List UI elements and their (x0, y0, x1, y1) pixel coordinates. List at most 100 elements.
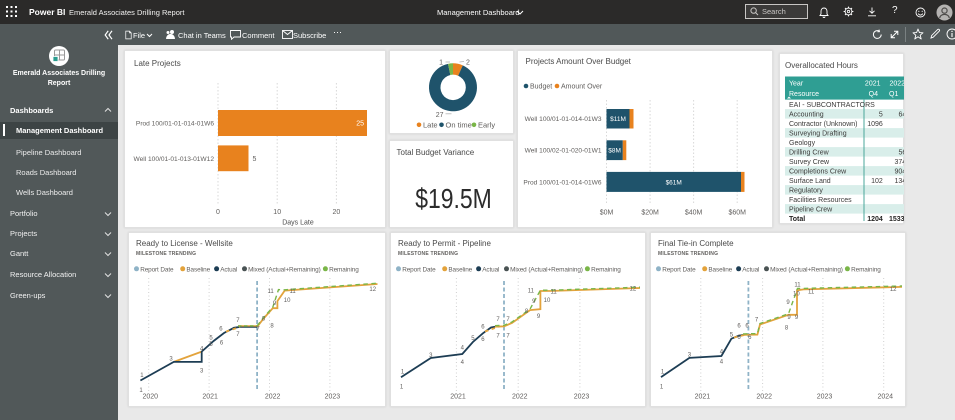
svg-text:Days Late: Days Late (282, 220, 314, 227)
svg-text:Actual: Actual (220, 266, 237, 273)
svg-text:Resource: Resource (789, 91, 819, 98)
svg-text:Remaining: Remaining (851, 266, 881, 273)
svg-text:1204: 1204 (867, 216, 883, 223)
svg-text:9: 9 (537, 314, 541, 320)
svg-text:9: 9 (795, 315, 799, 321)
svg-text:9: 9 (273, 301, 277, 307)
svg-text:3: 3 (200, 368, 204, 374)
svg-text:Drilling Crew: Drilling Crew (789, 150, 830, 157)
svg-text:11: 11 (267, 289, 274, 295)
svg-text:On time: On time (446, 121, 472, 130)
svg-text:12: 12 (890, 287, 897, 293)
svg-text:$60M: $60M (728, 210, 746, 217)
svg-text:Baseline: Baseline (186, 266, 210, 273)
svg-text:EAI - SUBCONTRACTORS: EAI - SUBCONTRACTORS (789, 102, 875, 109)
svg-text:Surveying Drafting: Surveying Drafting (789, 131, 847, 138)
svg-text:10: 10 (793, 291, 800, 297)
svg-text:Geology: Geology (789, 140, 816, 147)
svg-text:$61M: $61M (666, 179, 682, 186)
svg-text:Remaining: Remaining (591, 266, 621, 273)
svg-text:Budget: Budget (530, 84, 552, 91)
svg-text:Report Date: Report Date (402, 266, 436, 273)
svg-text:10: 10 (273, 209, 281, 216)
svg-text:2024: 2024 (878, 393, 894, 400)
svg-text:1: 1 (660, 384, 664, 390)
svg-text:11: 11 (808, 289, 815, 295)
svg-text:7: 7 (755, 317, 759, 323)
svg-text:2021: 2021 (450, 393, 466, 400)
svg-text:10: 10 (284, 298, 291, 304)
svg-text:7: 7 (506, 333, 510, 339)
svg-text:12: 12 (369, 287, 376, 293)
svg-text:4: 4 (461, 359, 465, 365)
svg-text:9: 9 (787, 315, 791, 321)
svg-text:374: 374 (894, 159, 904, 166)
svg-text:5: 5 (253, 156, 257, 163)
svg-text:Survey Crew: Survey Crew (789, 159, 830, 166)
svg-text:5: 5 (209, 342, 213, 348)
svg-text:134: 134 (894, 178, 904, 185)
svg-text:2023: 2023 (817, 393, 833, 400)
svg-text:5: 5 (878, 112, 882, 119)
svg-text:Baseline: Baseline (708, 266, 732, 273)
svg-text:2022: 2022 (889, 81, 904, 88)
svg-text:6: 6 (481, 324, 485, 330)
svg-text:Mixed (Actual+Remaining): Mixed (Actual+Remaining) (770, 266, 843, 273)
svg-text:Surface Land: Surface Land (789, 178, 831, 185)
svg-text:Facilities Resources: Facilities Resources (789, 197, 852, 204)
svg-text:2021: 2021 (864, 81, 880, 88)
svg-text:7: 7 (256, 326, 260, 332)
svg-text:2023: 2023 (574, 393, 590, 400)
svg-text:8: 8 (785, 325, 789, 331)
svg-text:$0M: $0M (600, 210, 614, 217)
svg-text:2: 2 (466, 60, 470, 67)
svg-text:904: 904 (894, 169, 904, 176)
svg-text:4: 4 (461, 345, 465, 351)
svg-text:6: 6 (748, 335, 752, 341)
svg-text:2020: 2020 (143, 393, 159, 400)
svg-text:11: 11 (794, 282, 801, 288)
svg-text:Report Date: Report Date (662, 266, 696, 273)
svg-text:27: 27 (436, 112, 444, 119)
svg-text:Well 100/01-01-014-01W3: Well 100/01-01-014-01W3 (525, 116, 602, 123)
svg-text:5: 5 (209, 335, 213, 341)
svg-text:2022: 2022 (512, 393, 528, 400)
svg-text:$40M: $40M (685, 210, 703, 217)
svg-text:Total: Total (789, 216, 805, 223)
svg-text:10: 10 (544, 298, 551, 304)
svg-text:4: 4 (720, 359, 724, 365)
svg-text:Year: Year (789, 81, 804, 88)
svg-text:Remaining: Remaining (329, 266, 359, 273)
svg-text:Amount Over: Amount Over (561, 84, 603, 91)
svg-text:Pipeline Crew: Pipeline Crew (789, 207, 833, 214)
svg-text:Actual: Actual (482, 266, 499, 273)
svg-text:Accounting: Accounting (789, 112, 824, 119)
svg-text:Contractor (Unknown): Contractor (Unknown) (789, 121, 857, 128)
svg-text:1533: 1533 (889, 216, 905, 223)
svg-text:7: 7 (496, 317, 500, 323)
svg-text:64: 64 (898, 112, 904, 119)
svg-text:Prod 100/01-01-014-01W6: Prod 100/01-01-014-01W6 (136, 121, 214, 128)
svg-text:7: 7 (496, 333, 500, 339)
svg-text:Prod 100/01-01-014-01W6: Prod 100/01-01-014-01W6 (523, 179, 601, 186)
svg-text:20: 20 (333, 209, 341, 216)
svg-text:2022: 2022 (265, 393, 281, 400)
svg-text:7: 7 (236, 332, 240, 338)
svg-text:$20M: $20M (641, 210, 659, 217)
svg-text:Q1: Q1 (889, 91, 898, 98)
svg-text:11: 11 (528, 288, 535, 294)
svg-text:2022: 2022 (756, 393, 772, 400)
svg-text:Late: Late (423, 121, 438, 130)
svg-text:6: 6 (219, 326, 223, 332)
svg-text:Early: Early (478, 121, 495, 130)
svg-text:1: 1 (439, 60, 443, 67)
svg-text:6: 6 (737, 323, 741, 329)
svg-text:11: 11 (289, 289, 296, 295)
svg-text:8: 8 (270, 323, 274, 329)
svg-text:Regulatory: Regulatory (789, 188, 823, 195)
svg-text:Q4: Q4 (868, 91, 877, 98)
svg-text:2023: 2023 (325, 393, 341, 400)
svg-text:2021: 2021 (695, 393, 711, 400)
svg-text:1: 1 (400, 384, 404, 390)
svg-text:1096: 1096 (867, 121, 883, 128)
